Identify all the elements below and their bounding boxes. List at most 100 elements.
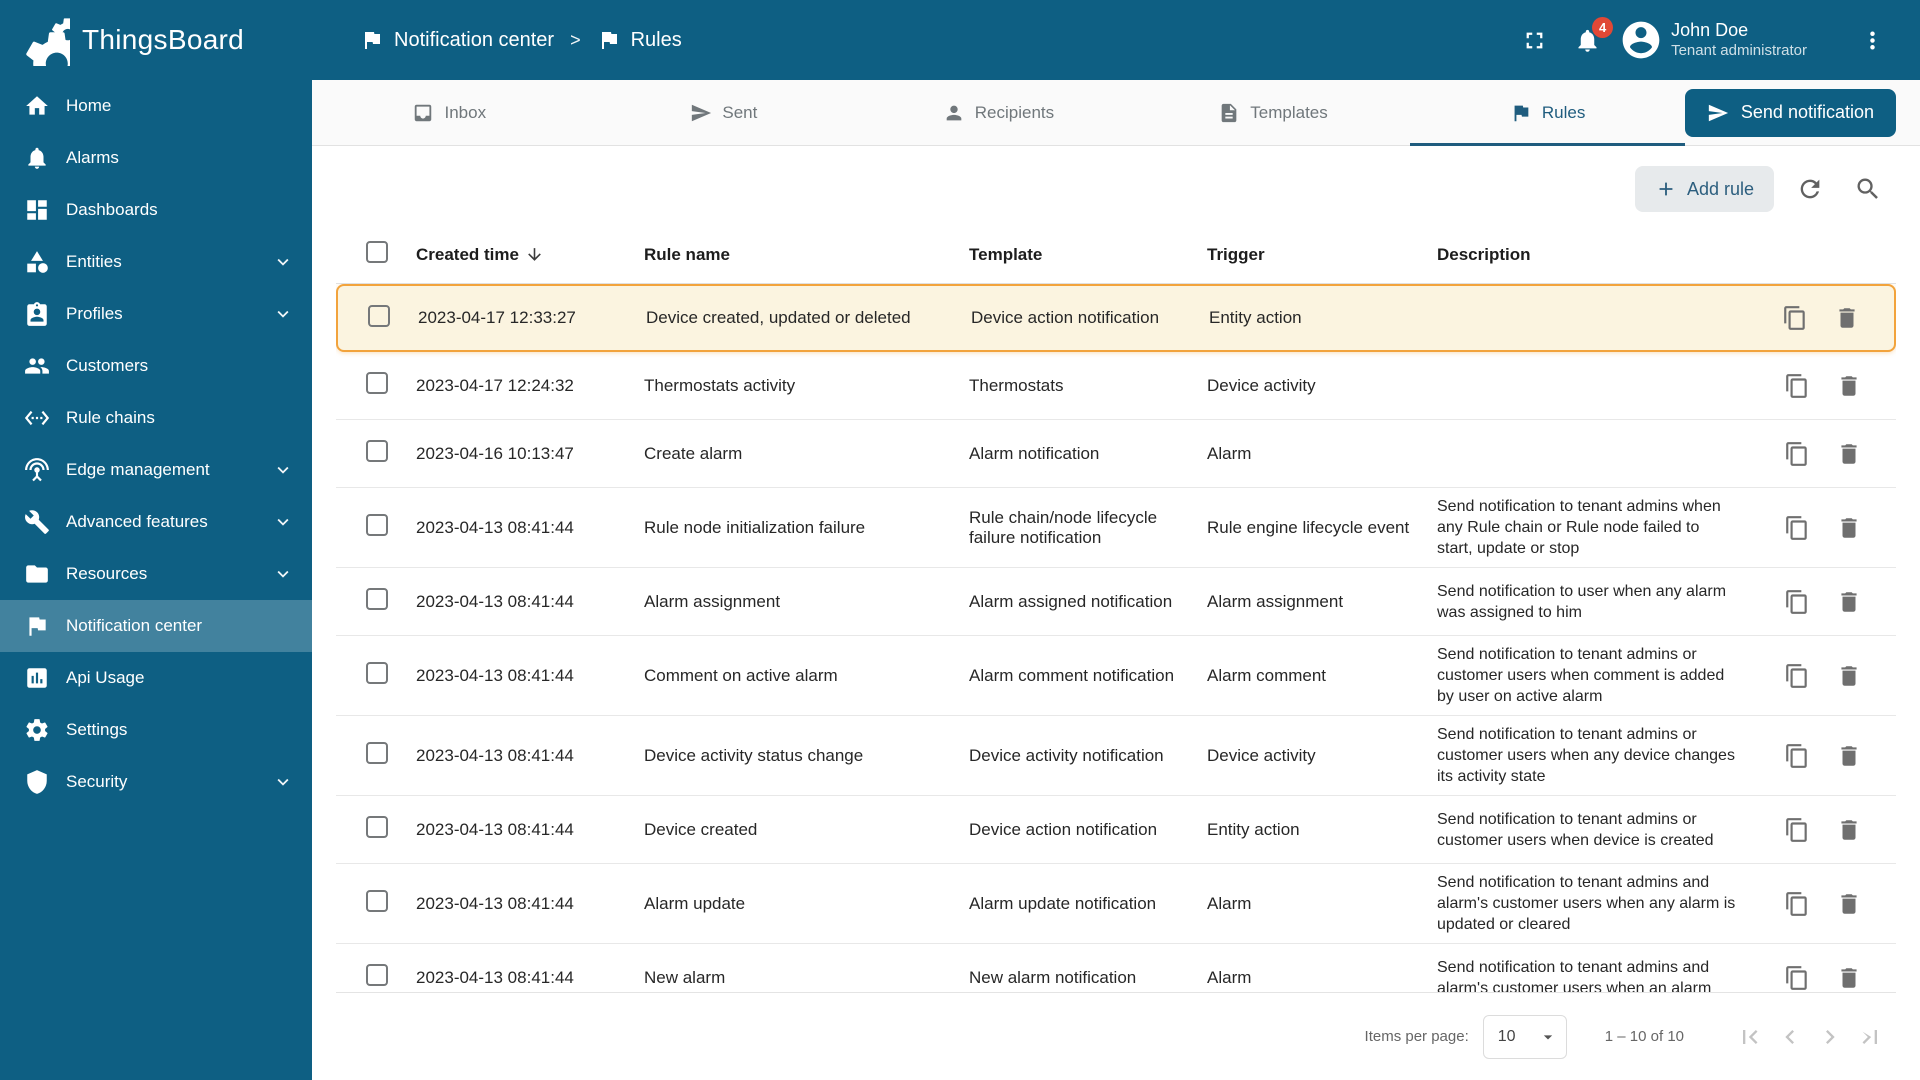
copy-icon — [1784, 817, 1810, 843]
tab-recipients[interactable]: Recipients — [861, 80, 1136, 145]
cell-created-time: 2023-04-13 08:41:44 — [416, 591, 574, 611]
cell-trigger: Entity action — [1207, 819, 1300, 839]
delete-rule-button[interactable] — [1836, 663, 1862, 689]
row-checkbox[interactable] — [366, 890, 388, 912]
antenna-icon — [24, 457, 50, 483]
table-row-device-activity-status-change[interactable]: 2023-04-13 08:41:44 Device activity stat… — [336, 716, 1896, 796]
copy-rule-button[interactable] — [1782, 305, 1808, 331]
sidebar-item-notification-center[interactable]: Notification center — [0, 600, 312, 652]
add-rule-button[interactable]: Add rule — [1634, 166, 1774, 212]
select-all-checkbox[interactable] — [366, 241, 388, 263]
search-button[interactable] — [1846, 167, 1890, 211]
copy-rule-button[interactable] — [1784, 589, 1810, 615]
tab-templates[interactable]: Templates — [1136, 80, 1411, 145]
sidebar-item-settings[interactable]: Settings — [0, 704, 312, 756]
table-row-create-alarm[interactable]: 2023-04-16 10:13:47 Create alarm Alarm n… — [336, 420, 1896, 488]
add-rule-label: Add rule — [1686, 178, 1754, 199]
delete-rule-button[interactable] — [1834, 305, 1860, 331]
sidebar-item-edge-management[interactable]: Edge management — [0, 444, 312, 496]
sidebar-item-entities[interactable]: Entities — [0, 236, 312, 288]
items-per-page-select[interactable]: 10 — [1482, 1014, 1567, 1059]
delete-rule-button[interactable] — [1836, 965, 1862, 991]
row-checkbox[interactable] — [366, 816, 388, 838]
user-block[interactable]: John Doe Tenant administrator — [1671, 19, 1807, 60]
copy-rule-button[interactable] — [1784, 817, 1810, 843]
row-checkbox[interactable] — [366, 372, 388, 394]
table-row-new-alarm[interactable]: 2023-04-13 08:41:44 New alarm New alarm … — [336, 944, 1896, 992]
row-checkbox[interactable] — [368, 304, 390, 327]
sidebar-item-resources[interactable]: Resources — [0, 548, 312, 600]
column-description[interactable]: Description — [1437, 245, 1746, 265]
copy-rule-button[interactable] — [1784, 965, 1810, 991]
previous-page-button[interactable] — [1770, 1017, 1810, 1057]
delete-rule-button[interactable] — [1836, 743, 1862, 769]
row-checkbox[interactable] — [366, 588, 388, 610]
header-menu-button[interactable] — [1851, 19, 1894, 62]
tab-sent[interactable]: Sent — [587, 80, 862, 145]
sidebar-item-rule-chains[interactable]: Rule chains — [0, 392, 312, 444]
tab-inbox[interactable]: Inbox — [312, 80, 587, 145]
sidebar-item-profiles[interactable]: Profiles — [0, 288, 312, 340]
copy-rule-button[interactable] — [1784, 515, 1810, 541]
sidebar-item-label: Api Usage — [66, 668, 145, 687]
send-notification-button[interactable]: Send notification — [1684, 88, 1896, 137]
table-row-rule-node-initialization-failure[interactable]: 2023-04-13 08:41:44 Rule node initializa… — [336, 488, 1896, 568]
column-trigger[interactable]: Trigger — [1207, 245, 1437, 265]
next-page-button[interactable] — [1810, 1017, 1850, 1057]
table-row-device-created-updated-or-deleted[interactable]: 2023-04-17 12:33:27 Device created, upda… — [336, 284, 1896, 352]
folder-icon — [24, 561, 50, 587]
table-row-alarm-update[interactable]: 2023-04-13 08:41:44 Alarm update Alarm u… — [336, 864, 1896, 944]
row-checkbox[interactable] — [366, 514, 388, 536]
cell-rule-name: Device created, updated or deleted — [646, 308, 911, 327]
first-page-button[interactable] — [1730, 1017, 1770, 1057]
copy-rule-button[interactable] — [1784, 891, 1810, 917]
column-created-time[interactable]: Created time — [416, 245, 644, 265]
cell-template: Alarm comment notification — [969, 665, 1175, 685]
copy-rule-button[interactable] — [1784, 441, 1810, 467]
copy-rule-button[interactable] — [1784, 743, 1810, 769]
flag-icon — [24, 613, 50, 639]
delete-rule-button[interactable] — [1836, 817, 1862, 843]
app-logo[interactable]: ThingsBoard — [0, 0, 312, 80]
refresh-button[interactable] — [1788, 167, 1832, 211]
sidebar-item-home[interactable]: Home — [0, 80, 312, 132]
table-row-comment-on-active-alarm[interactable]: 2023-04-13 08:41:44 Comment on active al… — [336, 636, 1896, 716]
table-row-alarm-assignment[interactable]: 2023-04-13 08:41:44 Alarm assignment Ala… — [336, 568, 1896, 636]
sidebar-item-advanced-features[interactable]: Advanced features — [0, 496, 312, 548]
delete-rule-button[interactable] — [1836, 373, 1862, 399]
table-row-device-created[interactable]: 2023-04-13 08:41:44 Device created Devic… — [336, 796, 1896, 864]
sidebar-item-customers[interactable]: Customers — [0, 340, 312, 392]
table-row-thermostats-activity[interactable]: 2023-04-17 12:24:32 Thermostats activity… — [336, 352, 1896, 420]
delete-rule-button[interactable] — [1836, 441, 1862, 467]
delete-rule-button[interactable] — [1836, 515, 1862, 541]
cell-rule-name: Alarm assignment — [644, 591, 781, 611]
delete-rule-button[interactable] — [1836, 891, 1862, 917]
sidebar-item-label: Rule chains — [66, 408, 155, 427]
cell-created-time: 2023-04-13 08:41:44 — [416, 665, 574, 685]
breadcrumb-rules[interactable]: Rules — [597, 28, 682, 52]
row-checkbox[interactable] — [366, 742, 388, 764]
pagination-range: 1 – 10 of 10 — [1604, 1028, 1684, 1045]
row-checkbox[interactable] — [366, 964, 388, 986]
last-page-button[interactable] — [1850, 1017, 1890, 1057]
sidebar-item-alarms[interactable]: Alarms — [0, 132, 312, 184]
plus-icon — [1655, 178, 1677, 200]
column-rule-name[interactable]: Rule name — [644, 245, 969, 265]
sidebar-item-security[interactable]: Security — [0, 756, 312, 808]
trash-icon — [1836, 965, 1862, 991]
avatar[interactable] — [1619, 18, 1663, 62]
sidebar-item-dashboards[interactable]: Dashboards — [0, 184, 312, 236]
tab-rules[interactable]: Rules — [1410, 80, 1685, 146]
chevron-down-icon — [272, 771, 294, 793]
copy-rule-button[interactable] — [1784, 663, 1810, 689]
row-checkbox[interactable] — [366, 440, 388, 462]
fullscreen-button[interactable] — [1513, 19, 1556, 62]
copy-rule-button[interactable] — [1784, 373, 1810, 399]
breadcrumb-notification-center[interactable]: Notification center — [360, 28, 554, 52]
sidebar-item-api-usage[interactable]: Api Usage — [0, 652, 312, 704]
bell-icon — [24, 145, 50, 171]
row-checkbox[interactable] — [366, 662, 388, 684]
delete-rule-button[interactable] — [1836, 589, 1862, 615]
column-template[interactable]: Template — [969, 245, 1207, 265]
rules-table-body: 2023-04-17 12:33:27 Device created, upda… — [336, 284, 1896, 992]
